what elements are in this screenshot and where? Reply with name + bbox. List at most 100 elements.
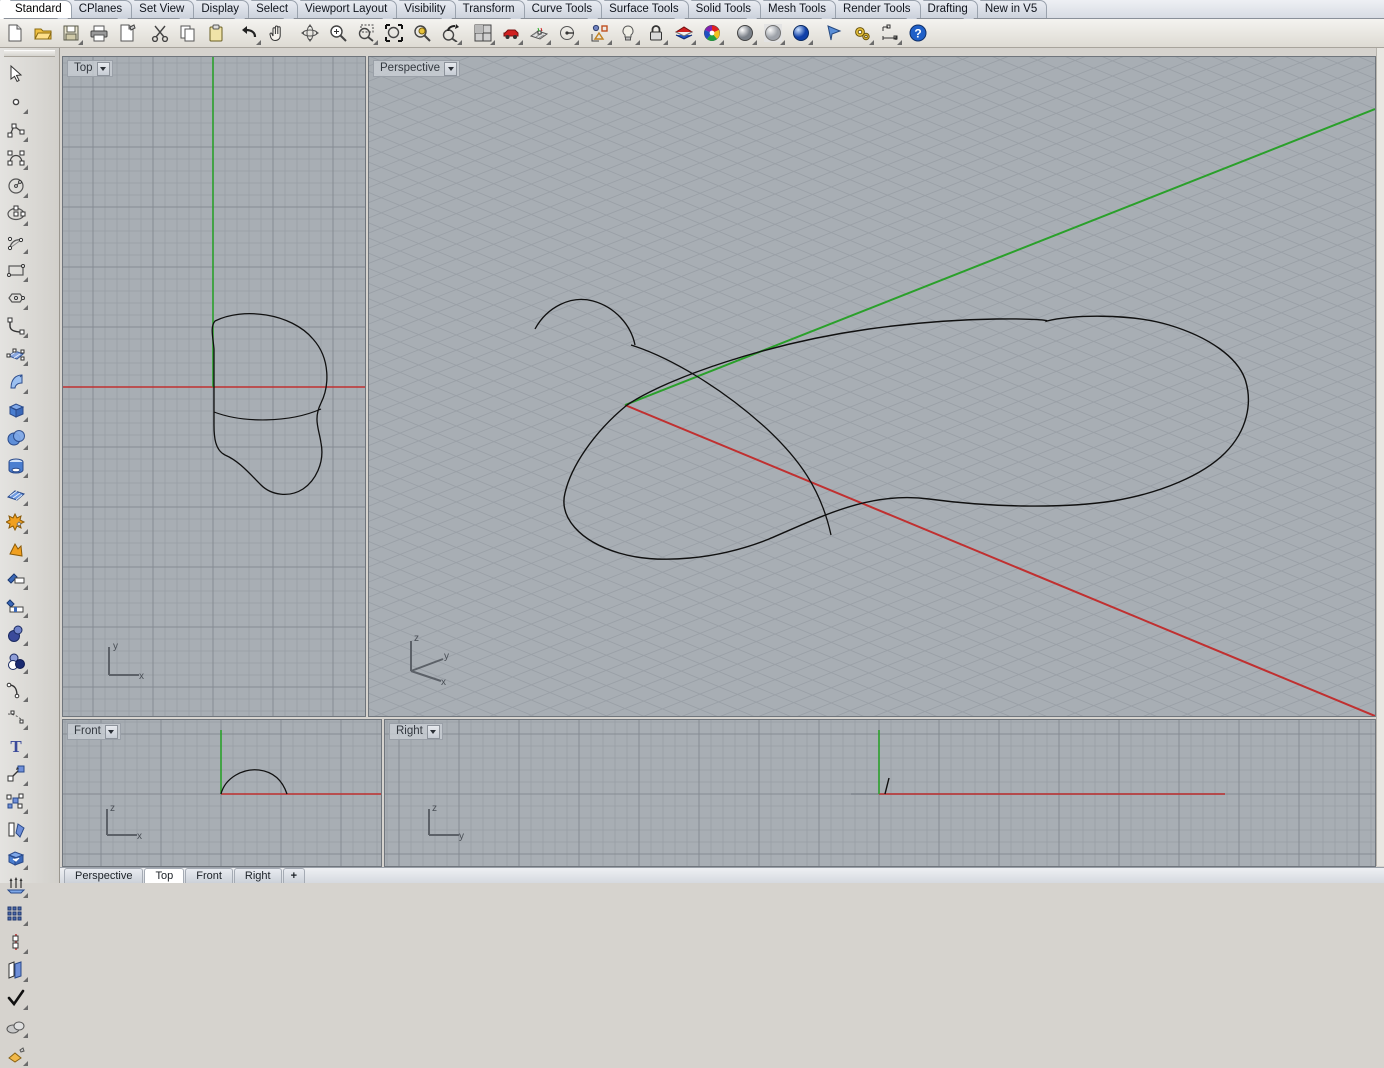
viewport-front[interactable]: z x Front: [62, 719, 382, 867]
undo-arrow-icon[interactable]: [236, 21, 262, 46]
chevron-down-icon[interactable]: [427, 725, 440, 739]
mirror-icon[interactable]: [2, 816, 30, 844]
select-arrow-icon[interactable]: [2, 60, 30, 88]
box-icon[interactable]: [2, 396, 30, 424]
cylinder-icon[interactable]: [2, 452, 30, 480]
zoom-extents-icon[interactable]: [381, 21, 407, 46]
viewport-tab-front[interactable]: Front: [185, 868, 233, 883]
viewport-right[interactable]: z y Right: [384, 719, 1376, 867]
surface-grid-icon[interactable]: [2, 480, 30, 508]
toolbar-tab-mesh-tools[interactable]: Mesh Tools: [755, 0, 836, 18]
solid-union-icon[interactable]: [2, 620, 30, 648]
gears-icon[interactable]: [849, 21, 875, 46]
ghosted-sphere-icon[interactable]: [760, 21, 786, 46]
toolbar-tab-set-view[interactable]: Set View: [126, 0, 194, 18]
chevron-down-icon[interactable]: [97, 62, 110, 76]
toolbar-tab-display[interactable]: Display: [188, 0, 249, 18]
light-bulb-icon[interactable]: [615, 21, 641, 46]
free-form-curve-icon[interactable]: [2, 312, 30, 340]
toolbar-tab-solid-tools[interactable]: Solid Tools: [683, 0, 761, 18]
polygon-icon[interactable]: [2, 284, 30, 312]
viewport-front-canvas[interactable]: [63, 720, 381, 866]
scale-icon[interactable]: [2, 760, 30, 788]
viewport-tab-bar[interactable]: PerspectiveTopFrontRight+: [60, 867, 1384, 883]
toolbar-grip[interactable]: [4, 50, 55, 57]
solid-difference-icon[interactable]: [2, 648, 30, 676]
toolbar-tab-transform[interactable]: Transform: [450, 0, 525, 18]
viewport-front-label[interactable]: Front: [67, 723, 121, 740]
print-icon[interactable]: [86, 21, 112, 46]
render-mesh-icon[interactable]: [2, 1012, 30, 1040]
blend-curve-icon[interactable]: [2, 704, 30, 732]
viewport-top-canvas[interactable]: [63, 57, 365, 716]
flag-arrow-icon[interactable]: [821, 21, 847, 46]
chevron-down-icon[interactable]: [444, 62, 457, 76]
help-icon[interactable]: ?: [905, 21, 931, 46]
toolbar-tab-standard[interactable]: Standard: [2, 0, 72, 18]
viewport-top-label[interactable]: Top: [67, 60, 113, 77]
text-icon[interactable]: T: [2, 732, 30, 760]
main-toolbar[interactable]: ?: [0, 19, 1384, 48]
toolbar-tab-new-in-v5[interactable]: New in V5: [972, 0, 1047, 18]
viewport-right-label[interactable]: Right: [389, 723, 443, 740]
zoom-window-icon[interactable]: [353, 21, 379, 46]
vertical-scrollbar[interactable]: [1376, 48, 1384, 866]
cplane-grid-icon[interactable]: [526, 21, 552, 46]
new-file-icon[interactable]: [2, 21, 28, 46]
viewport-perspective-canvas[interactable]: [369, 57, 1375, 716]
chevron-down-icon[interactable]: [105, 725, 118, 739]
check-icon[interactable]: [2, 984, 30, 1012]
viewport-layout-icon[interactable]: [470, 21, 496, 46]
viewport-tab-top[interactable]: Top: [144, 868, 184, 883]
cut-scissors-icon[interactable]: [147, 21, 173, 46]
split-icon[interactable]: [2, 592, 30, 620]
viewport-perspective[interactable]: z y x Perspective: [368, 56, 1376, 717]
fillet-curve-icon[interactable]: [2, 676, 30, 704]
osnap-icon[interactable]: [587, 21, 613, 46]
lock-icon[interactable]: [643, 21, 669, 46]
save-icon[interactable]: [58, 21, 84, 46]
toolbar-tab-render-tools[interactable]: Render Tools: [830, 0, 921, 18]
cage-edit-icon[interactable]: [2, 844, 30, 872]
shaded-sphere-icon[interactable]: [732, 21, 758, 46]
ellipse-icon[interactable]: [2, 200, 30, 228]
viewport-tab-right[interactable]: Right: [234, 868, 282, 883]
offset-icon[interactable]: [2, 956, 30, 984]
rotate-view-icon[interactable]: [554, 21, 580, 46]
circle-icon[interactable]: [2, 172, 30, 200]
boolean-union-icon[interactable]: [2, 508, 30, 536]
toolbar-tab-visibility[interactable]: Visibility: [391, 0, 455, 18]
paste-clipboard-icon[interactable]: [203, 21, 229, 46]
sphere-icon[interactable]: [2, 424, 30, 452]
toolbar-tab-drafting[interactable]: Drafting: [915, 0, 978, 18]
print-preview-icon[interactable]: [114, 21, 140, 46]
rendered-sphere-icon[interactable]: [788, 21, 814, 46]
points-on-icon[interactable]: [2, 872, 30, 900]
move-4way-icon[interactable]: [297, 21, 323, 46]
toolbar-tab-cplanes[interactable]: CPlanes: [66, 0, 132, 18]
viewport-perspective-label[interactable]: Perspective: [373, 60, 460, 77]
extrude-surface-icon[interactable]: [2, 368, 30, 396]
pan-hand-icon[interactable]: [264, 21, 290, 46]
toolbar-tab-select[interactable]: Select: [243, 0, 298, 18]
paint-bucket-icon[interactable]: [2, 1040, 30, 1068]
array-icon[interactable]: [2, 788, 30, 816]
color-wheel-icon[interactable]: [699, 21, 725, 46]
copy-icon[interactable]: [175, 21, 201, 46]
linear-dimension-icon[interactable]: [2, 928, 30, 956]
dimension-icon[interactable]: [877, 21, 903, 46]
arc-icon[interactable]: [2, 228, 30, 256]
toolbar-tab-viewport-layout[interactable]: Viewport Layout: [292, 0, 397, 18]
render-car-icon[interactable]: [498, 21, 524, 46]
left-sidebar-toolbar[interactable]: T: [0, 48, 60, 883]
trim-icon[interactable]: [2, 564, 30, 592]
zoom-selected-icon[interactable]: [409, 21, 435, 46]
toolbar-tab-curve-tools[interactable]: Curve Tools: [519, 0, 603, 18]
viewport-tab-perspective[interactable]: Perspective: [64, 868, 143, 883]
control-point-curve-icon[interactable]: [2, 144, 30, 172]
array-grid-icon[interactable]: [2, 900, 30, 928]
explode-icon[interactable]: [2, 536, 30, 564]
zoom-in-icon[interactable]: [325, 21, 351, 46]
add-viewport-tab-button[interactable]: +: [283, 868, 305, 883]
zoom-dynamic-icon[interactable]: [437, 21, 463, 46]
